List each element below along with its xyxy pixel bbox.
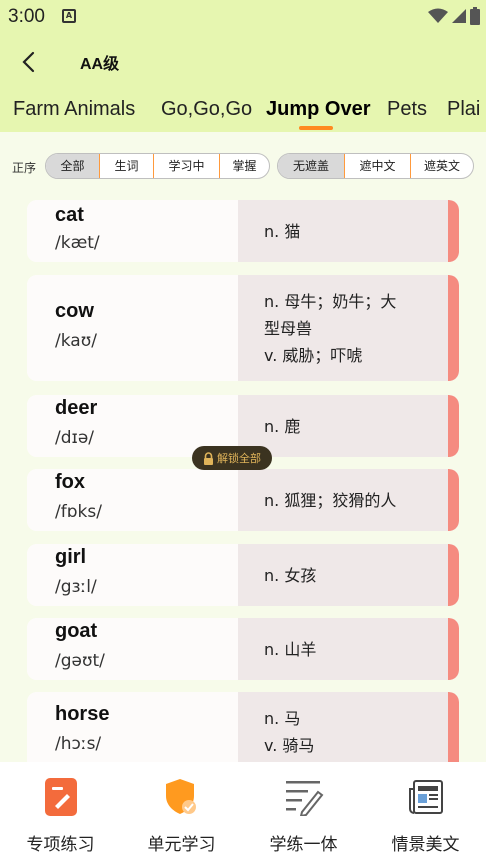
status-filter: 全部 生词 学习中 掌握 — [45, 153, 270, 179]
word-text: horse — [55, 703, 110, 725]
card-edge-marker — [448, 692, 459, 772]
cover-english[interactable]: 遮英文 — [410, 154, 473, 178]
card-edge-marker — [448, 544, 459, 606]
nav-label: 学练一体 — [269, 835, 338, 855]
word-card-cat[interactable]: cat /kæt/ n. 猫 — [27, 200, 459, 262]
word-card-cow[interactable]: cow /kaʊ/ n. 母牛；奶牛；大 型母兽 v. 威胁；吓唬 — [27, 275, 459, 381]
word-phonetic: /kæt/ — [55, 233, 100, 253]
word-meaning: n. 女孩 — [238, 544, 459, 606]
page-title: AA级 — [80, 56, 120, 73]
word-phonetic: /gɜːl/ — [55, 577, 97, 597]
nav-learn-practice[interactable]: 学练一体 — [243, 776, 364, 855]
word-phonetic: /gəʊt/ — [55, 651, 105, 671]
word-card-girl[interactable]: girl /gɜːl/ n. 女孩 — [27, 544, 459, 606]
word-meaning: n. 山羊 — [238, 618, 459, 680]
word-card-goat[interactable]: goat /gəʊt/ n. 山羊 — [27, 618, 459, 680]
card-edge-marker — [448, 618, 459, 680]
tab-go-go-go[interactable]: Go,Go,Go — [161, 98, 252, 121]
chevron-left-icon — [22, 51, 35, 73]
word-phonetic: /hɔːs/ — [55, 734, 102, 754]
notification-icon: A — [62, 9, 76, 23]
word-phonetic: /kaʊ/ — [55, 331, 97, 351]
active-tab-indicator — [299, 126, 333, 130]
shield-check-icon — [165, 779, 196, 814]
word-text: deer — [55, 397, 98, 419]
nav-unit-study[interactable]: 单元学习 — [121, 776, 242, 855]
card-edge-marker — [448, 395, 459, 457]
sort-toggle[interactable]: 正序 — [12, 159, 36, 176]
status-time: 3:00 — [8, 6, 45, 27]
word-meaning: n. 母牛；奶牛；大 型母兽 v. 威胁；吓唬 — [238, 275, 459, 381]
word-meaning: n. 狐狸；狡猾的人 — [238, 469, 459, 531]
filter-all[interactable]: 全部 — [46, 154, 99, 178]
cover-chinese[interactable]: 遮中文 — [344, 154, 410, 178]
card-edge-marker — [448, 200, 459, 262]
word-card-horse[interactable]: horse /hɔːs/ n. 马 v. 骑马 — [27, 692, 459, 772]
signal-icon — [452, 9, 466, 23]
word-text: cow — [55, 300, 94, 322]
tab-farm-animals[interactable]: Farm Animals — [13, 98, 135, 121]
filter-learning[interactable]: 学习中 — [153, 154, 219, 178]
word-text: goat — [55, 620, 98, 642]
practice-icon — [44, 778, 77, 816]
card-edge-marker — [448, 275, 459, 381]
card-edge-marker — [448, 469, 459, 531]
nav-special-practice[interactable]: 专项练习 — [0, 776, 121, 855]
word-card-fox[interactable]: fox /fɒks/ n. 狐狸；狡猾的人 — [27, 469, 459, 531]
nav-label: 单元学习 — [147, 835, 216, 855]
newspaper-icon — [408, 780, 443, 814]
filter-bar: 正序 全部 生词 学习中 掌握 无遮盖 遮中文 遮英文 — [0, 150, 486, 182]
app-header: AA级 — [0, 34, 486, 90]
word-meaning: n. 猫 — [238, 200, 459, 262]
pen-lines-icon — [285, 781, 323, 816]
cover-none[interactable]: 无遮盖 — [278, 154, 344, 178]
status-bar: 3:00 A — [0, 0, 486, 34]
system-icons — [428, 7, 480, 25]
cover-filter: 无遮盖 遮中文 遮英文 — [277, 153, 474, 179]
word-text: fox — [55, 471, 85, 493]
word-meaning: n. 鹿 — [238, 395, 459, 457]
battery-icon — [470, 7, 480, 25]
tab-jump-over[interactable]: Jump Over — [266, 98, 370, 121]
nav-scene-articles[interactable]: 情景美文 — [365, 776, 486, 855]
tab-plai[interactable]: Plai — [447, 98, 480, 121]
word-phonetic: /dɪə/ — [55, 428, 95, 448]
back-button[interactable] — [14, 48, 42, 76]
word-meaning: n. 马 v. 骑马 — [238, 692, 459, 772]
unlock-label: 解锁全部 — [217, 452, 261, 465]
lock-icon — [204, 451, 213, 465]
unit-tabs: Farm Animals Go,Go,Go Jump Over Pets Pla… — [0, 90, 486, 132]
nav-label: 情景美文 — [391, 835, 460, 855]
bottom-nav: 专项练习 单元学习 学练一体 情景美文 — [0, 762, 486, 864]
word-text: cat — [55, 204, 84, 226]
word-text: girl — [55, 546, 87, 568]
word-phonetic: /fɒks/ — [55, 502, 102, 522]
filter-mastered[interactable]: 掌握 — [219, 154, 269, 178]
filter-new-words[interactable]: 生词 — [99, 154, 153, 178]
tab-pets[interactable]: Pets — [387, 98, 427, 121]
nav-label: 专项练习 — [26, 835, 95, 855]
wifi-icon — [428, 8, 448, 23]
unlock-all-button[interactable]: 解锁全部 — [192, 446, 272, 470]
